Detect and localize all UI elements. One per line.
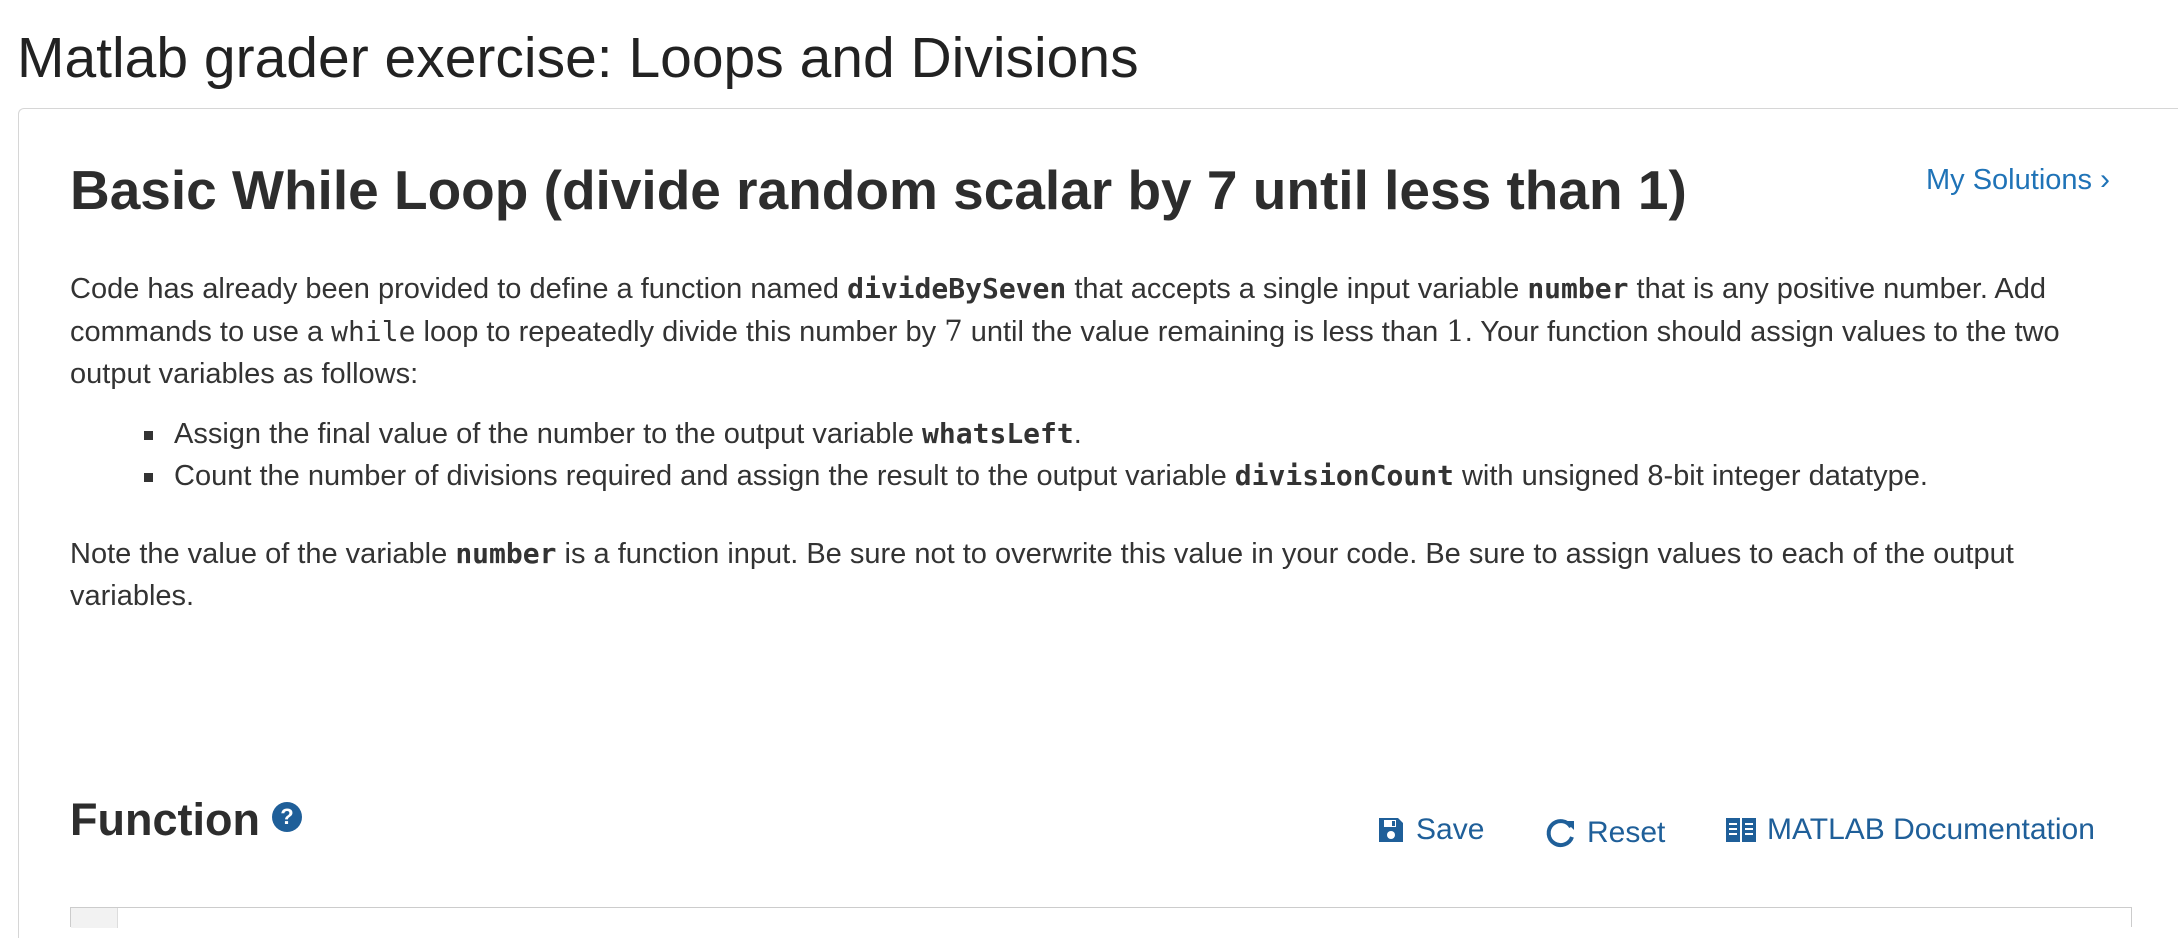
code-editor[interactable] bbox=[70, 907, 2132, 928]
divisor-math: 7 bbox=[944, 314, 963, 348]
function-name-code: divideBySeven bbox=[847, 272, 1067, 305]
save-button[interactable]: Save bbox=[1376, 810, 1484, 850]
problem-note: Note the value of the variable number is… bbox=[70, 537, 2014, 612]
open-book-icon bbox=[1726, 818, 1756, 842]
reset-label: Reset bbox=[1587, 816, 1666, 849]
output-variable-code: divisionCount bbox=[1234, 459, 1454, 492]
matlab-documentation-label: MATLAB Documentation bbox=[1767, 813, 2095, 846]
floppy-disk-icon bbox=[1379, 818, 1403, 842]
chevron-right-icon: › bbox=[2100, 163, 2111, 196]
list-item: Assign the final value of the number to … bbox=[140, 413, 1928, 455]
while-keyword-code: while bbox=[331, 315, 416, 348]
my-solutions-label: My Solutions bbox=[1926, 164, 2093, 196]
editor-line-gutter bbox=[71, 908, 118, 928]
matlab-documentation-button[interactable]: MATLAB Documentation bbox=[1725, 810, 2095, 850]
threshold-math: 1 bbox=[1446, 314, 1465, 348]
input-variable-code: number bbox=[1527, 272, 1629, 305]
my-solutions-link[interactable]: My Solutions › bbox=[1926, 160, 2110, 200]
page-title: Matlab grader exercise: Loops and Divisi… bbox=[17, 26, 1139, 90]
problem-title: Basic While Loop (divide random scalar b… bbox=[70, 159, 1687, 221]
save-label: Save bbox=[1416, 813, 1485, 846]
refresh-icon bbox=[1546, 819, 1574, 848]
list-item: Count the number of divisions required a… bbox=[140, 455, 1928, 497]
problem-description: Code has already been provided to define… bbox=[70, 272, 2060, 390]
requirements-list: Assign the final value of the number to … bbox=[140, 413, 1928, 497]
question-circle-icon[interactable]: ? bbox=[271, 802, 302, 833]
function-heading: Function? bbox=[70, 790, 302, 850]
input-variable-code: number bbox=[455, 537, 557, 570]
reset-button[interactable]: Reset bbox=[1545, 813, 1665, 853]
output-variable-code: whatsLeft bbox=[922, 417, 1074, 450]
